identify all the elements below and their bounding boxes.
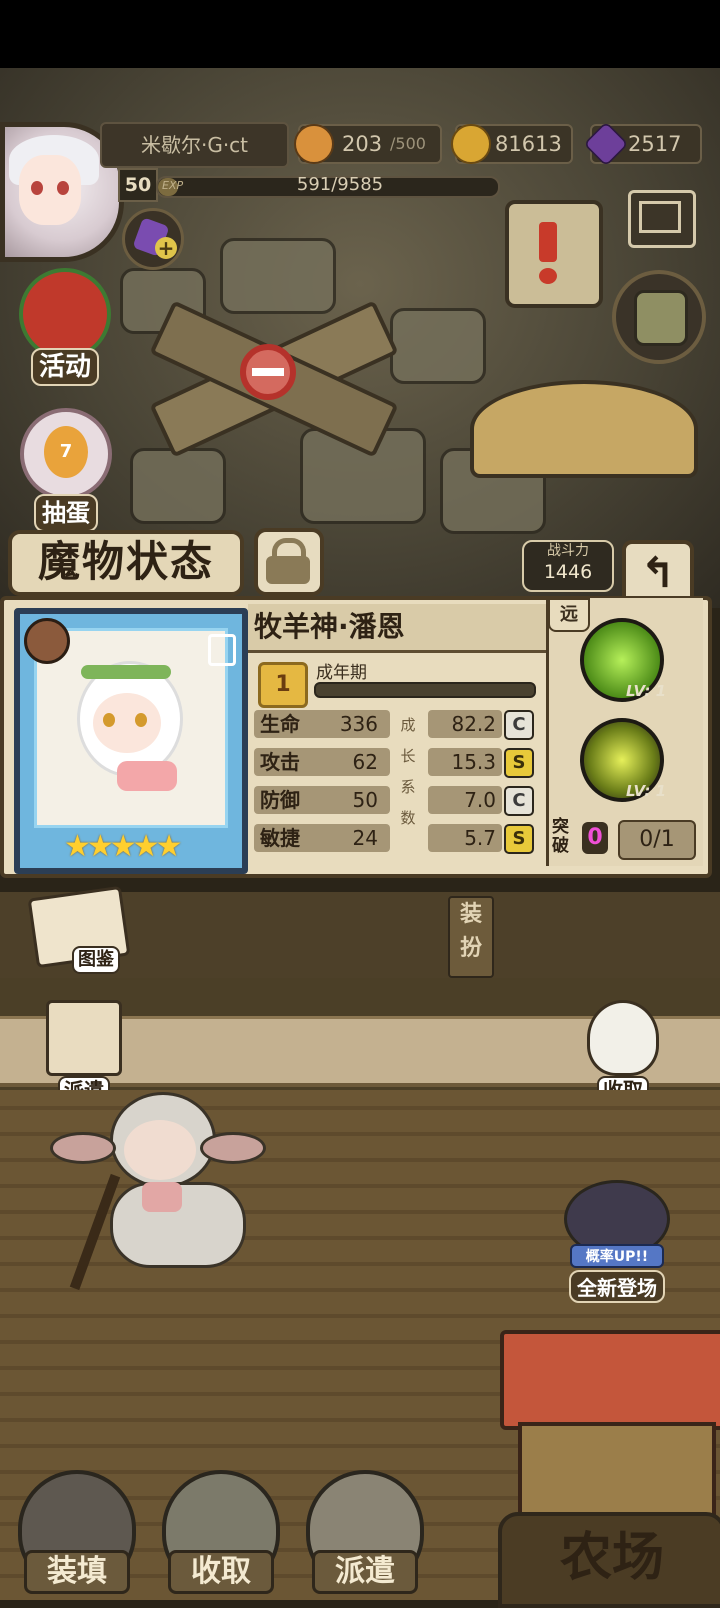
gold-coin-icon xyxy=(451,124,491,164)
grade-badge: S xyxy=(504,748,534,778)
add-gem-button[interactable]: + xyxy=(122,208,184,270)
power-label: 战斗力 xyxy=(547,543,589,559)
dress-up-button[interactable]: 装扮 xyxy=(448,896,494,978)
page-title: 魔物状态 xyxy=(8,530,244,596)
farm-button[interactable]: 农场 xyxy=(498,1512,720,1608)
egg-draw-button[interactable]: 7 抽蛋 xyxy=(18,408,114,532)
stat-row-attack: 攻击 62 15.3 S xyxy=(254,748,534,778)
monster-portrait xyxy=(34,628,228,828)
backpack-icon[interactable] xyxy=(612,270,706,364)
stamina-display: 203 /500 xyxy=(294,124,442,164)
encyclopedia-button[interactable]: 图鉴 xyxy=(27,885,131,976)
activity-button[interactable]: 活动 xyxy=(10,268,120,386)
growth-value: 7.0 xyxy=(428,786,502,814)
event-label: 全新登场 xyxy=(569,1270,665,1303)
encyclopedia-label: 图鉴 xyxy=(72,946,120,974)
breakthrough-count: 0 xyxy=(582,822,608,854)
stage-label: 成年期 xyxy=(316,663,367,683)
stat-value: 62 xyxy=(352,750,378,774)
breakthrough-progress: 0/1 xyxy=(618,820,696,860)
nest xyxy=(470,380,698,478)
stamina-max: /500 xyxy=(390,134,426,153)
dispatch-button[interactable]: 派遣 xyxy=(300,1470,430,1600)
growth-value: 82.2 xyxy=(428,710,502,738)
player-level: 50 xyxy=(118,168,158,202)
no-entry-icon xyxy=(240,344,296,400)
lock-button[interactable] xyxy=(254,528,324,596)
stamina-value: 203 xyxy=(342,132,383,156)
load-label: 装填 xyxy=(24,1550,130,1594)
power-value: 1446 xyxy=(543,561,593,583)
breakthrough-row: 突破 0 0/1 xyxy=(548,816,698,860)
exp-label: EXP xyxy=(162,179,184,192)
quest-scroll-icon[interactable] xyxy=(505,200,603,308)
stat-value: 336 xyxy=(339,712,378,736)
collect-nav-label: 收取 xyxy=(168,1550,274,1594)
grade-badge: C xyxy=(504,786,534,816)
grade-badge: S xyxy=(504,824,534,854)
purple-gem-icon xyxy=(583,121,629,167)
player-name: 米歇尔·G·ct xyxy=(100,122,289,168)
breakthrough-label: 突破 xyxy=(552,817,569,856)
mail-icon[interactable] xyxy=(628,190,696,248)
stat-row-hp: 生命 336 82.2 C xyxy=(254,710,534,740)
growth-value: 15.3 xyxy=(428,748,502,776)
status-bar xyxy=(0,0,720,68)
event-badge: 概率UP!! xyxy=(570,1244,664,1268)
gold-display: 81613 xyxy=(451,124,573,164)
collect-button-right[interactable]: 收取 xyxy=(580,1000,666,1104)
load-button[interactable]: 装填 xyxy=(12,1470,142,1600)
stat-row-agility: 敏捷 24 5.7 S xyxy=(254,824,534,854)
dispatch-nav-label: 派遣 xyxy=(312,1550,418,1594)
skill-2[interactable]: LV: 1 xyxy=(580,718,670,808)
stage-progress-bar xyxy=(314,682,536,698)
growth-coefficient-label: 成 长 系 数 xyxy=(400,716,416,827)
stat-value: 24 xyxy=(352,826,378,850)
exp-value: 591/9585 xyxy=(296,174,384,195)
dispatch-button-left[interactable]: 派遣 xyxy=(42,1000,126,1104)
back-arrow-icon: ↰ xyxy=(640,548,676,597)
new-arrival-event-button[interactable]: 概率UP!! 全新登场 xyxy=(552,1180,682,1303)
gem-display: 2517 xyxy=(583,121,702,167)
gem-value: 2517 xyxy=(628,132,682,156)
element-icon xyxy=(24,618,70,664)
monster-name: 牧羊神·潘恩 xyxy=(248,604,546,653)
farm-barn[interactable] xyxy=(500,1330,720,1520)
egg-nest-icon xyxy=(587,1000,659,1076)
barricade-planks xyxy=(149,300,399,458)
pan-monster-sprite[interactable] xyxy=(50,1092,266,1302)
stat-row-defense: 防御 50 7.0 C xyxy=(254,786,534,816)
contract-coins-icon xyxy=(46,1000,122,1076)
skill-level: LV: 1 xyxy=(626,782,667,800)
stat-value: 50 xyxy=(352,788,378,812)
monster-card[interactable]: ★★★★★ xyxy=(14,608,248,874)
activity-label: 活动 xyxy=(30,348,99,386)
stat-label: 生命 xyxy=(260,712,300,736)
egg-draw-label: 抽蛋 xyxy=(34,494,98,532)
grade-badge: C xyxy=(504,710,534,740)
gold-value: 81613 xyxy=(495,132,562,156)
growth-value: 5.7 xyxy=(428,824,502,852)
egg-bunny-icon: 7 xyxy=(20,408,112,500)
star-rating: ★★★★★ xyxy=(64,829,183,864)
battle-power: 战斗力 1446 xyxy=(522,540,614,592)
skill-1[interactable]: LV: 1 xyxy=(580,618,670,708)
skill-level: LV: 1 xyxy=(626,682,667,700)
stat-label: 攻击 xyxy=(260,750,300,774)
collect-button[interactable]: 收取 xyxy=(156,1470,286,1600)
stat-label: 敏捷 xyxy=(260,826,300,850)
egg-count: 7 xyxy=(44,426,88,478)
rarity-icon xyxy=(208,634,236,666)
plus-icon: + xyxy=(155,237,177,259)
bread-icon xyxy=(294,124,334,164)
stage-badge: 1 xyxy=(258,662,308,708)
gift-icon xyxy=(19,268,111,360)
stat-label: 防御 xyxy=(260,788,300,812)
